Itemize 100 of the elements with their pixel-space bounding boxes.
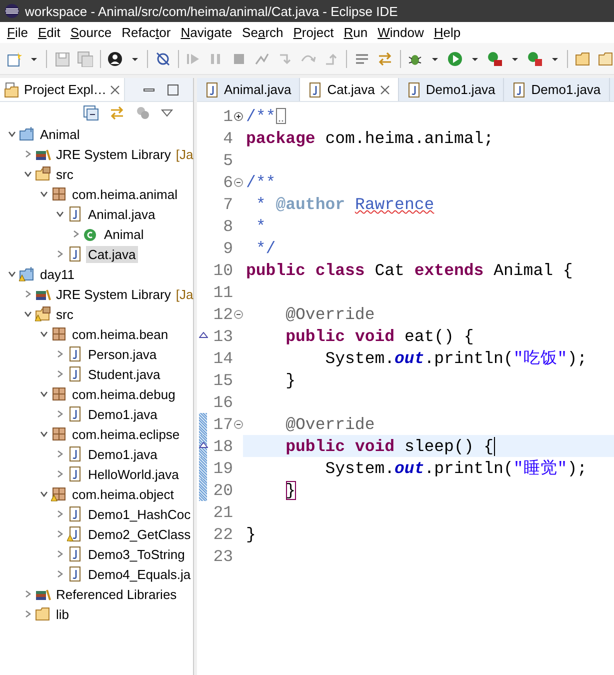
- chevron-right-icon[interactable]: [56, 570, 64, 578]
- chevron-right-icon[interactable]: [72, 230, 80, 238]
- chevron-down-icon[interactable]: [8, 130, 16, 138]
- package-folder-icon: [35, 166, 51, 182]
- tree-item[interactable]: com.heima.eclipse: [70, 426, 182, 442]
- chevron-down-icon[interactable]: [40, 430, 48, 438]
- close-icon[interactable]: [380, 84, 390, 94]
- menu-item[interactable]: Project: [288, 25, 339, 40]
- tree-item[interactable]: HelloWorld.java: [86, 466, 181, 482]
- folder-icon: [19, 126, 35, 142]
- chevron-right-icon[interactable]: [56, 350, 64, 358]
- tree-item[interactable]: Demo3_ToString: [86, 546, 187, 562]
- transfer-icon[interactable]: [376, 50, 393, 66]
- link-arrows-icon[interactable]: [109, 105, 125, 121]
- chevron-right-icon[interactable]: [24, 150, 32, 158]
- tree-item[interactable]: JRE System Library: [54, 286, 173, 302]
- chevron-right-icon[interactable]: [56, 550, 64, 558]
- tree-item[interactable]: Demo1.java: [86, 406, 160, 422]
- close-icon[interactable]: [110, 84, 120, 94]
- chevron-down-icon[interactable]: [40, 330, 48, 338]
- chevron-down-icon[interactable]: [24, 170, 32, 178]
- line-number: 8: [222, 216, 233, 236]
- chevron-down-icon[interactable]: [40, 190, 48, 198]
- tree-item[interactable]: Demo1_HashCoc: [86, 506, 193, 522]
- code-line: /**: [243, 105, 614, 127]
- tree-item[interactable]: Demo4_Equals.ja: [86, 566, 193, 582]
- warning-java-file-icon: [67, 526, 83, 542]
- tree-item[interactable]: com.heima.bean: [70, 326, 170, 342]
- expand-fold-icon[interactable]: [234, 112, 242, 120]
- tree-item[interactable]: src: [54, 166, 76, 182]
- line-number: 14: [212, 348, 233, 368]
- chevron-down-icon[interactable]: [40, 490, 48, 498]
- chevron-right-icon[interactable]: [24, 590, 32, 598]
- tree-item[interactable]: Animal: [38, 126, 82, 142]
- tree-item[interactable]: Person.java: [86, 346, 159, 362]
- package-icon: [51, 326, 67, 342]
- collapse-fold-icon[interactable]: [234, 420, 242, 428]
- menu-item[interactable]: File: [2, 25, 33, 40]
- view-menu-icon[interactable]: [161, 107, 173, 119]
- collapse-all-icon[interactable]: [83, 105, 99, 121]
- chevron-right-icon[interactable]: [56, 410, 64, 418]
- person-icon[interactable]: [107, 50, 124, 66]
- chevron-right-icon[interactable]: [24, 290, 32, 298]
- chevron-right-icon[interactable]: [56, 370, 64, 378]
- chevron-right-icon[interactable]: [56, 510, 64, 518]
- collapse-fold-icon[interactable]: [234, 310, 242, 318]
- line-number: 19: [212, 458, 233, 478]
- menu-item[interactable]: Navigate: [176, 25, 238, 40]
- tree-item[interactable]: lib: [54, 606, 72, 622]
- folder-icon[interactable]: [598, 50, 614, 66]
- tree-item[interactable]: day11: [38, 266, 76, 282]
- tree-item[interactable]: Cat.java: [86, 246, 138, 262]
- maximize-icon[interactable]: [167, 84, 179, 96]
- menu-item[interactable]: Run: [338, 25, 373, 40]
- folded-code-icon[interactable]: [276, 108, 286, 124]
- menu-item[interactable]: Refactor: [116, 25, 176, 40]
- tree-item[interactable]: Demo1.java: [86, 446, 160, 462]
- tree-item[interactable]: Animal.java: [86, 206, 158, 222]
- tree-item[interactable]: com.heima.object: [70, 486, 176, 502]
- chevron-right-icon[interactable]: [56, 530, 64, 538]
- tree-item[interactable]: Referenced Libraries: [54, 586, 179, 602]
- tree-item[interactable]: Animal: [102, 226, 146, 242]
- editor-tab[interactable]: Demo1.java: [504, 78, 610, 101]
- editor-tab[interactable]: Cat.java: [300, 78, 399, 101]
- chevron-right-icon[interactable]: [56, 450, 64, 458]
- line-number: 11: [212, 282, 233, 302]
- line-number: 13: [212, 326, 233, 346]
- tree-item[interactable]: com.heima.debug: [70, 386, 178, 402]
- line-number: 12: [212, 304, 233, 324]
- chevron-down-icon[interactable]: [24, 310, 32, 318]
- java-file-icon: [67, 506, 83, 522]
- chevron-down-icon[interactable]: [40, 390, 48, 398]
- open-folder-icon[interactable]: [575, 50, 592, 66]
- tree-item[interactable]: src: [54, 306, 76, 322]
- tree-item[interactable]: com.heima.animal: [70, 186, 180, 202]
- chevron-down-icon[interactable]: [8, 270, 16, 278]
- chevron-down-icon[interactable]: [56, 210, 64, 218]
- project-explorer-tab[interactable]: Project Expl…: [0, 78, 126, 101]
- chevron-right-icon[interactable]: [56, 250, 64, 258]
- line-number: 4: [222, 128, 233, 148]
- tree-item[interactable]: JRE System Library: [54, 146, 173, 162]
- menu-item[interactable]: Window: [372, 25, 429, 40]
- collapse-fold-icon[interactable]: [234, 178, 242, 186]
- code-line: * @author Rawrence: [254, 194, 436, 215]
- run-icon[interactable]: [447, 50, 464, 66]
- warning-package-folder-icon: [35, 306, 51, 322]
- menu-item[interactable]: Search: [237, 25, 288, 40]
- tree-item[interactable]: Student.java: [86, 366, 162, 382]
- menu-item[interactable]: Source: [65, 25, 117, 40]
- line-number: 10: [212, 260, 233, 280]
- chevron-right-icon[interactable]: [56, 470, 64, 478]
- editor-tab[interactable]: Demo1.java: [398, 78, 504, 101]
- menu-item[interactable]: Help: [428, 25, 466, 40]
- chevron-right-icon[interactable]: [24, 610, 32, 618]
- line-number: 23: [212, 546, 233, 566]
- menu-item[interactable]: Edit: [32, 25, 66, 40]
- line-number: 21: [212, 502, 233, 522]
- new-file-icon[interactable]: [6, 50, 22, 66]
- tree-item[interactable]: Demo2_GetClass: [86, 526, 193, 542]
- java-file-icon: [67, 546, 83, 562]
